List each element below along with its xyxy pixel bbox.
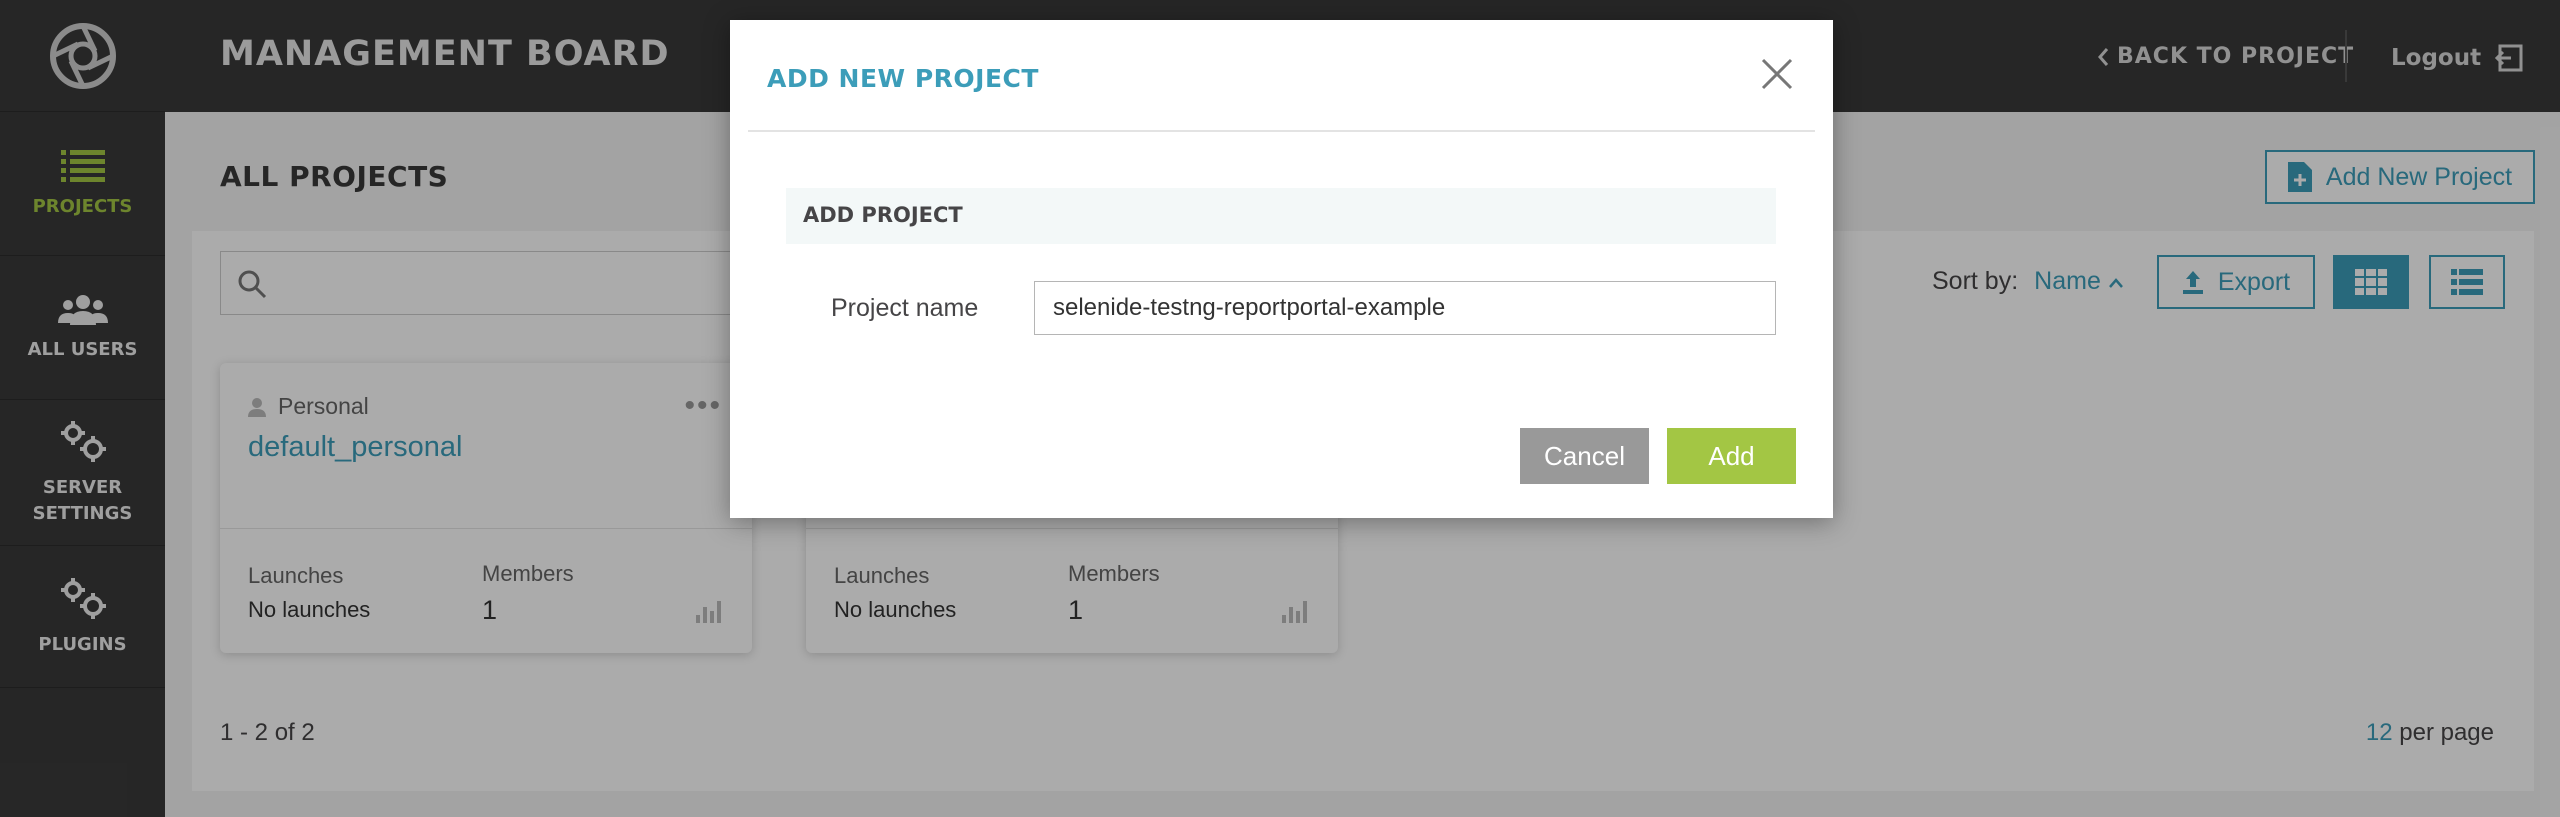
project-name-label: Project name [831,294,979,322]
section-header: ADD PROJECT [786,188,1776,244]
close-icon[interactable] [1759,56,1795,92]
project-name-input[interactable] [1034,281,1776,335]
cancel-button[interactable]: Cancel [1520,428,1649,484]
add-project-modal: ADD NEW PROJECT ADD PROJECT Project name… [730,20,1833,518]
section-title: ADD PROJECT [803,203,963,227]
modal-header-divider [748,130,1815,132]
add-button[interactable]: Add [1667,428,1796,484]
modal-title: ADD NEW PROJECT [767,64,1039,93]
